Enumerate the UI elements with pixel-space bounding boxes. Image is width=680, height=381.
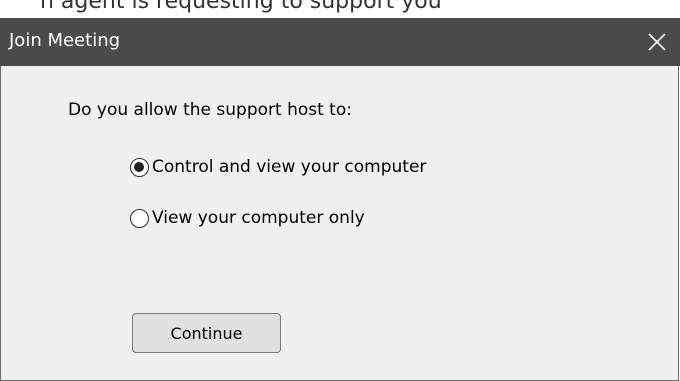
close-icon — [648, 33, 666, 51]
radio-button-unselected[interactable] — [130, 208, 149, 228]
option-control-and-view[interactable]: Control and view your computer — [130, 155, 426, 179]
option-view-only[interactable]: View your computer only — [130, 206, 365, 230]
permission-question: Do you allow the support host to: — [68, 100, 352, 120]
option-label[interactable]: View your computer only — [152, 208, 365, 228]
join-meeting-dialog: Join Meeting Do you allow the support ho… — [0, 18, 680, 381]
close-button[interactable] — [634, 18, 680, 66]
radio-button-selected[interactable] — [130, 157, 149, 177]
dialog-title: Join Meeting — [9, 30, 121, 51]
dialog-titlebar[interactable]: Join Meeting — [0, 18, 680, 66]
option-label[interactable]: Control and view your computer — [152, 157, 426, 177]
screen: n agent is requesting to support you Joi… — [0, 0, 680, 381]
radio-selected-dot — [134, 161, 144, 172]
continue-button[interactable]: Continue — [132, 313, 281, 353]
background-window-strip: n agent is requesting to support you — [0, 0, 680, 18]
background-window-text: n agent is requesting to support you — [40, 0, 442, 14]
